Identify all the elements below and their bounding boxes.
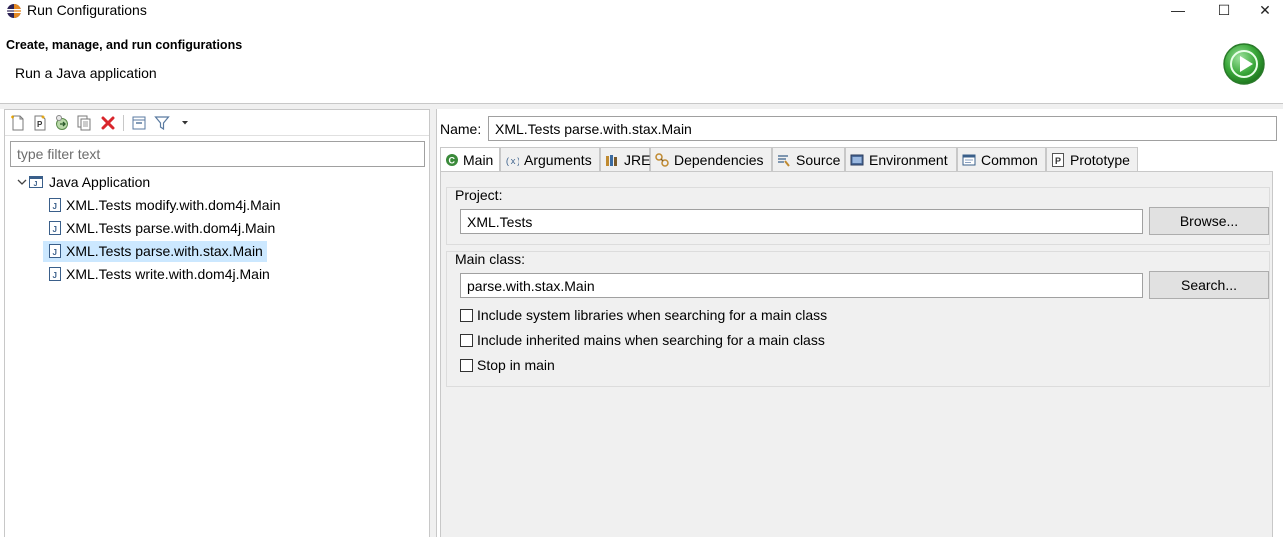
new-prototype-icon[interactable]: P (32, 115, 48, 131)
configuration-toolbar: P (5, 110, 429, 136)
header-message: Run a Java application (15, 65, 157, 81)
tree-item-label: XML.Tests parse.with.stax.Main (66, 243, 263, 259)
configuration-list-pane: P type filter text J Java Application J … (4, 109, 430, 537)
tree-node-java-application[interactable]: J Java Application (29, 172, 150, 193)
close-button[interactable]: ✕ (1247, 0, 1283, 22)
checkbox-box[interactable] (460, 334, 473, 347)
tab-prototype[interactable]: P Prototype (1046, 147, 1138, 172)
main-class-label: Main class: (455, 251, 526, 267)
browse-button[interactable]: Browse... (1149, 207, 1269, 235)
project-group: Project: Browse... (446, 187, 1270, 245)
minimize-button[interactable]: — (1155, 0, 1201, 22)
name-label: Name: (440, 121, 482, 137)
tab-main[interactable]: C Main (440, 147, 500, 173)
run-icon (1223, 43, 1265, 85)
filter-input[interactable] (10, 141, 425, 167)
chevron-down-icon[interactable] (16, 176, 28, 188)
tab-source[interactable]: Source (772, 147, 845, 172)
prototype-icon: P (1052, 153, 1064, 167)
name-field[interactable] (488, 116, 1277, 141)
duplicate-icon[interactable] (76, 115, 92, 131)
tree-item-config[interactable]: J XML.Tests write.with.dom4j.Main (45, 264, 273, 285)
dependencies-icon (655, 153, 669, 167)
tree-item-config-selected[interactable]: J XML.Tests parse.with.stax.Main (43, 241, 267, 262)
main-tab-content: Project: Browse... Main class: Search...… (440, 171, 1273, 537)
collapse-all-icon[interactable] (131, 115, 147, 131)
svg-text:J: J (53, 225, 57, 234)
main-class-group: Main class: Search... Include system lib… (446, 251, 1270, 387)
checkbox-label: Include inherited mains when searching f… (477, 332, 825, 348)
header-title: Create, manage, and run configurations (6, 38, 243, 52)
common-icon (962, 154, 976, 166)
project-label: Project: (455, 187, 503, 203)
tab-label: JRE (624, 152, 651, 168)
svg-text:P: P (1055, 156, 1061, 166)
configuration-editor-pane: Name: C Main (x)= Arguments JRE (436, 109, 1283, 537)
delete-icon[interactable] (100, 115, 116, 131)
svg-text:J: J (34, 181, 38, 188)
filter-icon[interactable] (154, 115, 170, 131)
tab-label: Source (796, 152, 841, 168)
tab-label: Environment (869, 152, 948, 168)
checkbox-label: Stop in main (477, 357, 555, 373)
source-icon (778, 155, 790, 167)
tab-environment[interactable]: Environment (845, 147, 957, 172)
eclipse-icon (7, 4, 21, 18)
checkbox-label: Include system libraries when searching … (477, 307, 828, 323)
tree-node-label: Java Application (49, 174, 151, 190)
java-application-icon: J (29, 176, 43, 188)
tab-label: Dependencies (674, 152, 764, 168)
tree-item-config[interactable]: J XML.Tests modify.with.dom4j.Main (45, 195, 283, 216)
java-launch-config-icon: J (49, 221, 61, 235)
tab-arguments[interactable]: (x)= Arguments (500, 147, 600, 172)
tree-item-label: XML.Tests parse.with.dom4j.Main (66, 220, 276, 236)
tab-dependencies[interactable]: Dependencies (650, 147, 772, 172)
search-button[interactable]: Search... (1149, 271, 1269, 299)
view-menu-icon[interactable] (177, 115, 193, 131)
arguments-icon: (x)= (505, 157, 519, 167)
tree-item-label: XML.Tests modify.with.dom4j.Main (66, 197, 281, 213)
jre-library-icon (606, 155, 617, 166)
svg-text:J: J (53, 202, 57, 211)
tab-label: Prototype (1070, 152, 1130, 168)
toolbar-separator (123, 115, 124, 131)
svg-text:J: J (53, 248, 57, 257)
checkbox-box[interactable] (460, 359, 473, 372)
java-launch-config-icon: J (49, 198, 61, 212)
tree-item-config[interactable]: J XML.Tests parse.with.dom4j.Main (45, 218, 278, 239)
tab-label: Arguments (524, 152, 592, 168)
main-tab-icon: C (446, 154, 458, 166)
tree-item-label: XML.Tests write.with.dom4j.Main (66, 266, 270, 282)
main-class-field[interactable] (460, 273, 1143, 298)
java-launch-config-icon: J (49, 244, 61, 258)
tab-label: Main (463, 152, 494, 168)
svg-text:(x)=: (x)= (505, 157, 519, 167)
project-field[interactable] (460, 209, 1143, 234)
tab-common[interactable]: Common (957, 147, 1046, 172)
tab-label: Common (981, 152, 1038, 168)
dialog-header: Create, manage, and run configurations R… (0, 22, 1283, 104)
environment-icon (850, 154, 864, 166)
svg-text:P: P (37, 120, 43, 129)
java-launch-config-icon: J (49, 267, 61, 281)
svg-text:J: J (53, 271, 57, 280)
title-bar: Run Configurations — ☐ ✕ (0, 0, 1283, 22)
tab-bar: C Main (x)= Arguments JRE Dependenc (440, 147, 1274, 173)
export-icon[interactable] (54, 115, 70, 131)
new-launch-configuration-icon[interactable] (10, 115, 26, 131)
tab-jre[interactable]: JRE (600, 147, 650, 172)
checkbox-box[interactable] (460, 309, 473, 322)
window-title: Run Configurations (27, 2, 147, 18)
svg-text:C: C (449, 156, 456, 166)
maximize-button[interactable]: ☐ (1201, 0, 1247, 22)
